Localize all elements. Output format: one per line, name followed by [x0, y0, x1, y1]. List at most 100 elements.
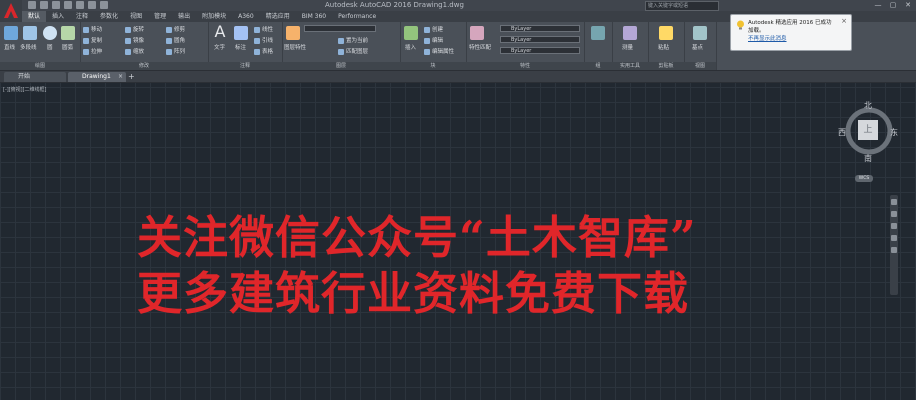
match-properties-icon[interactable] — [470, 26, 484, 40]
array-button[interactable]: 阵列 — [166, 47, 185, 55]
utilities-panel-label[interactable]: 实用工具 — [612, 62, 648, 70]
group-icon[interactable] — [591, 26, 605, 40]
base-view-icon[interactable] — [693, 26, 707, 40]
circle-icon[interactable] — [43, 26, 57, 40]
modify-panel-label[interactable]: 修改 — [80, 62, 208, 70]
new-file-icon[interactable] — [28, 1, 36, 9]
rotate-button[interactable]: 旋转 — [125, 25, 144, 33]
close-tab-icon[interactable]: × — [118, 72, 123, 82]
measure-label[interactable]: 测量 — [622, 43, 633, 51]
clipboard-panel-label[interactable]: 剪贴板 — [648, 62, 684, 70]
layers-panel-label[interactable]: 图层 — [282, 62, 400, 70]
linear-button[interactable]: 线性 — [254, 25, 273, 33]
paste-label[interactable]: 粘贴 — [658, 43, 669, 51]
tab-drawing1[interactable]: Drawing1 × — [68, 72, 126, 82]
fillet-button[interactable]: 圆角 — [166, 36, 185, 44]
paste-icon[interactable] — [659, 26, 673, 40]
layer-properties-label[interactable]: 图层特性 — [284, 43, 306, 51]
tab-home[interactable]: 默认 — [22, 11, 47, 22]
save-icon[interactable] — [52, 1, 60, 9]
move-button[interactable]: 移动 — [83, 25, 102, 33]
tab-performance[interactable]: Performance — [332, 11, 382, 22]
tab-manage[interactable]: 管理 — [148, 11, 172, 22]
layer-properties-icon[interactable] — [286, 26, 300, 40]
tab-a360[interactable]: A360 — [232, 11, 260, 22]
text-button-label[interactable]: 文字 — [214, 43, 225, 51]
insert-block-label[interactable]: 插入 — [405, 43, 416, 51]
scale-button[interactable]: 缩放 — [125, 47, 144, 55]
tab-start[interactable]: 开始 — [4, 72, 66, 82]
viewcube-south[interactable]: 南 — [864, 153, 872, 164]
tab-output[interactable]: 输出 — [172, 11, 196, 22]
tab-annotate[interactable]: 注释 — [70, 11, 94, 22]
linetype-dropdown[interactable]: ByLayer — [500, 36, 580, 43]
arc-button-label[interactable]: 圆弧 — [62, 43, 73, 51]
mirror-button[interactable]: 镜像 — [125, 36, 144, 44]
new-tab-icon[interactable]: + — [128, 72, 135, 82]
properties-panel-label[interactable]: 特性 — [466, 62, 584, 70]
view-panel-label[interactable]: 视图 — [684, 62, 716, 70]
pan-icon[interactable] — [891, 211, 897, 217]
line-icon[interactable] — [4, 26, 18, 40]
tab-featured-apps[interactable]: 精选应用 — [260, 11, 296, 22]
dimension-button-label[interactable]: 标注 — [235, 43, 246, 51]
layer-dropdown[interactable] — [304, 25, 376, 32]
insert-block-icon[interactable] — [404, 26, 418, 40]
dont-show-again-link[interactable]: 不再显示此消息 — [748, 34, 787, 42]
make-current-button[interactable]: 置为当前 — [338, 36, 368, 44]
undo-icon[interactable] — [88, 1, 96, 9]
tab-insert[interactable]: 插入 — [46, 11, 70, 22]
polyline-icon[interactable] — [23, 26, 37, 40]
showmotion-icon[interactable] — [891, 247, 897, 253]
viewcube-north[interactable]: 北 — [864, 100, 872, 111]
annotation-panel-label[interactable]: 注释 — [208, 62, 282, 70]
drawing-canvas[interactable]: [-][俯视][二维线框] 北 南 西 东 上 WCS 关注微信公众号“土木智库… — [0, 83, 916, 400]
text-icon[interactable]: A — [213, 24, 227, 40]
create-block-button[interactable]: 创建 — [424, 25, 443, 33]
copy-button[interactable]: 复制 — [83, 36, 102, 44]
match-properties-label[interactable]: 特性匹配 — [469, 43, 491, 51]
match-layer-button[interactable]: 匹配图层 — [338, 47, 368, 55]
search-input[interactable]: 键入关键字或短语 — [645, 1, 719, 11]
minimize-button[interactable]: — — [873, 1, 883, 9]
zoom-icon[interactable] — [891, 223, 897, 229]
autocad-logo-icon[interactable] — [0, 0, 22, 22]
viewcube[interactable]: 北 南 西 东 上 — [838, 100, 900, 164]
dimension-icon[interactable] — [234, 26, 248, 40]
base-view-label[interactable]: 基点 — [692, 43, 703, 51]
tab-bim360[interactable]: BIM 360 — [296, 11, 332, 22]
viewcube-top-face[interactable]: 上 — [858, 120, 878, 140]
maximize-button[interactable]: ▢ — [888, 1, 898, 9]
viewcube-west[interactable]: 西 — [838, 127, 846, 138]
groups-panel-label[interactable]: 组 — [584, 62, 612, 70]
trim-button[interactable]: 修剪 — [166, 25, 185, 33]
measure-icon[interactable] — [623, 26, 637, 40]
steering-wheel-icon[interactable] — [891, 199, 897, 205]
draw-panel-label[interactable]: 绘图 — [0, 62, 80, 70]
leader-button[interactable]: 引线 — [254, 36, 273, 44]
tab-view[interactable]: 视图 — [124, 11, 148, 22]
table-button[interactable]: 表格 — [254, 47, 273, 55]
save-as-icon[interactable] — [64, 1, 72, 9]
close-button[interactable]: ✕ — [903, 1, 913, 9]
stretch-button[interactable]: 拉伸 — [83, 47, 102, 55]
arc-icon[interactable] — [61, 26, 75, 40]
orbit-icon[interactable] — [891, 235, 897, 241]
open-file-icon[interactable] — [40, 1, 48, 9]
polyline-button-label[interactable]: 多段线 — [20, 43, 37, 51]
print-icon[interactable] — [76, 1, 84, 9]
viewport-controls[interactable]: [-][俯视][二维线框] — [3, 86, 47, 93]
redo-icon[interactable] — [100, 1, 108, 9]
edit-attribute-button[interactable]: 编辑属性 — [424, 47, 454, 55]
tab-parametric[interactable]: 参数化 — [94, 11, 124, 22]
block-panel-label[interactable]: 块 — [400, 62, 466, 70]
circle-button-label[interactable]: 圆 — [47, 43, 53, 51]
tab-addins[interactable]: 附加模块 — [196, 11, 232, 22]
edit-block-button[interactable]: 编辑 — [424, 36, 443, 44]
lineweight-dropdown[interactable]: ByLayer — [500, 47, 580, 54]
viewcube-east[interactable]: 东 — [890, 127, 898, 138]
wcs-menu[interactable]: WCS — [855, 175, 873, 182]
line-button-label[interactable]: 直线 — [4, 43, 15, 51]
color-dropdown[interactable]: ByLayer — [500, 25, 580, 32]
close-icon[interactable]: × — [841, 17, 847, 25]
